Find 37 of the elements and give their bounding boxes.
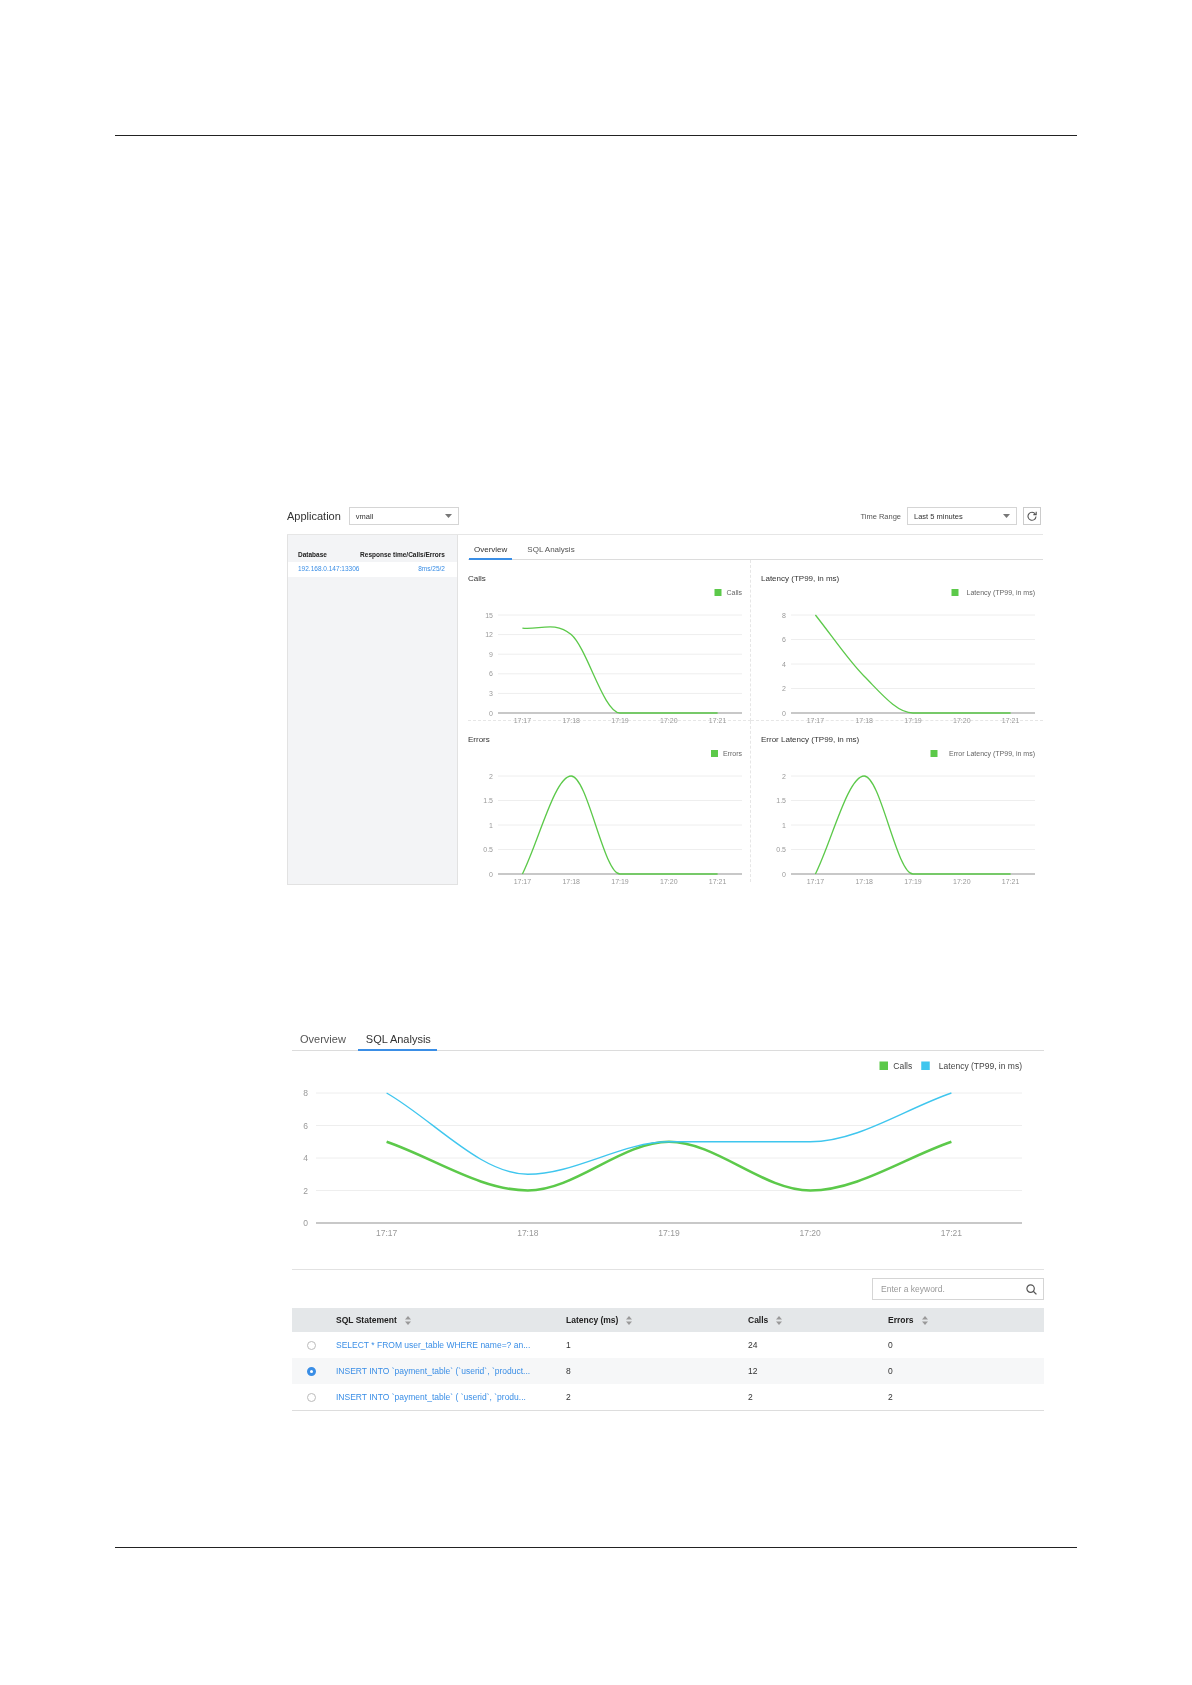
x-tick-label: 17:17 <box>375 1228 398 1238</box>
legend-label: Calls <box>893 1061 913 1071</box>
tab[interactable]: SQL Analysis <box>357 1033 437 1051</box>
table-cell: 0 <box>888 1366 893 1376</box>
table-cell: 2 <box>888 1392 893 1402</box>
tab[interactable]: Overview <box>469 545 513 560</box>
table-cell: 2 <box>748 1392 753 1402</box>
table-cell: 12 <box>748 1366 758 1376</box>
legend-label: Latency (TP99, in ms) <box>938 1061 1022 1071</box>
chart-title: Latency (TP99, in ms) <box>761 574 841 583</box>
chart-title: Errors <box>468 735 491 744</box>
y-tick-label: 0 <box>303 1218 308 1228</box>
x-tick-label: 17:21 <box>940 1228 963 1238</box>
y-tick-label: 6 <box>303 1120 308 1131</box>
column-header[interactable]: SQL Statement <box>336 1315 397 1325</box>
table-cell: 1 <box>566 1340 571 1350</box>
table-cell: 0 <box>888 1340 893 1350</box>
sql-statement-link[interactable]: SELECT * FROM user_table WHERE name=? an... <box>336 1340 531 1350</box>
y-tick-label: 8 <box>303 1088 308 1098</box>
column-header[interactable]: Latency (ms) <box>566 1315 619 1325</box>
column-header[interactable]: Calls <box>748 1315 769 1325</box>
x-tick-label: 17:18 <box>517 1228 539 1238</box>
y-tick-label: 2 <box>303 1185 308 1196</box>
application-label: Application <box>287 510 341 522</box>
sql-statement-link[interactable]: INSERT INTO `payment_table` ( `userid`, `produ... <box>336 1392 526 1402</box>
table-cell: 24 <box>748 1340 758 1350</box>
y-tick-label: 4 <box>303 1153 308 1163</box>
chart-title: Calls <box>468 574 487 583</box>
x-tick-label: 17:19 <box>658 1228 680 1238</box>
tab[interactable]: Overview <box>292 1033 352 1051</box>
tab[interactable]: SQL Analysis <box>522 545 580 560</box>
search-field[interactable]: Enter a keyword. <box>872 1278 1044 1300</box>
table-cell: 8 <box>566 1366 571 1376</box>
column-header[interactable]: Errors <box>888 1315 914 1325</box>
x-tick-label: 17:20 <box>799 1228 821 1238</box>
table-cell: 2 <box>566 1392 571 1402</box>
chart-title: Error Latency (TP99, in ms) <box>761 735 861 744</box>
